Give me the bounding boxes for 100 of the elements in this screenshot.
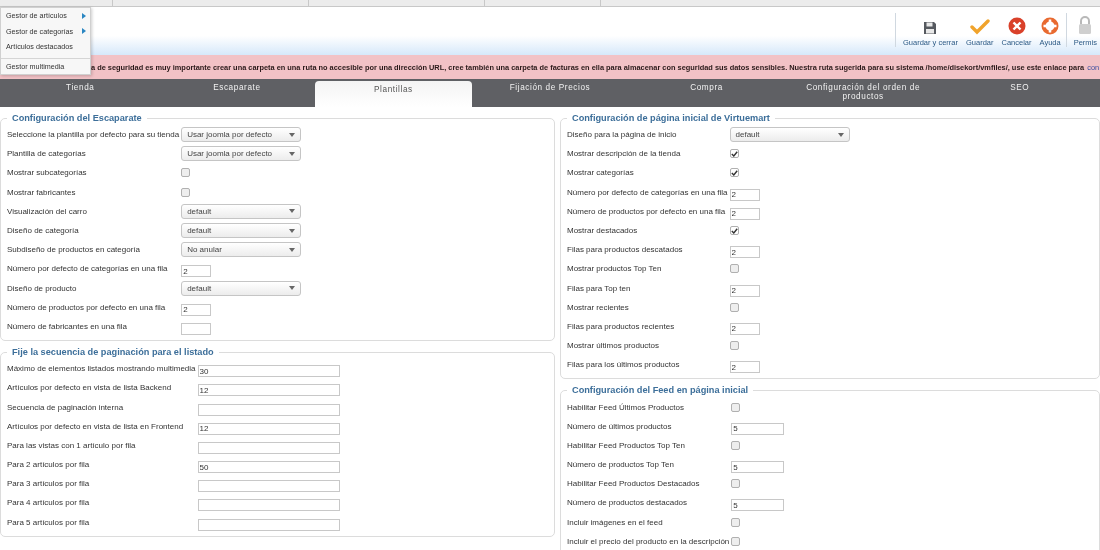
field-label: Filas para productos recientes <box>567 321 676 331</box>
input-field[interactable]: 5 <box>731 461 785 474</box>
tab[interactable]: SEO <box>941 79 1098 107</box>
input-field[interactable]: 50 <box>197 461 340 474</box>
input-field[interactable] <box>197 518 340 531</box>
dropdown[interactable]: No anular <box>181 242 302 258</box>
tab[interactable]: Plantillas <box>315 81 472 107</box>
cancel-icon <box>1007 17 1026 35</box>
checkbox[interactable] <box>731 440 741 450</box>
field-label: Número por defecto de categorías en una fila <box>7 264 169 274</box>
tab[interactable]: Escaparate <box>158 79 316 107</box>
field-label: Plantilla de categorías <box>7 149 87 159</box>
input-field[interactable]: 2 <box>729 361 760 374</box>
field-label: Número por defecto de categorías en una fila <box>567 187 729 197</box>
dropdown[interactable]: default <box>181 280 302 296</box>
field-label: Incluir el precio del producto en la descripción <box>567 536 731 546</box>
checkbox[interactable] <box>731 536 741 546</box>
tab[interactable]: Tienda <box>2 79 159 107</box>
dropdown[interactable]: Usar joomla por defecto <box>181 127 302 143</box>
panel-title: Configuración del Escaparate <box>11 113 143 123</box>
caret-icon <box>837 132 844 137</box>
field-label: Máximo de elementos listados mostrando multimedia <box>7 364 197 374</box>
field-label: Mostrar últimos productos <box>567 341 661 351</box>
caret-icon <box>289 286 296 291</box>
dropdown[interactable]: default <box>181 223 302 239</box>
checkbox[interactable] <box>181 187 191 197</box>
tab[interactable]: Configuración del orden de productos <box>784 79 942 107</box>
field-label: Mostrar destacados <box>567 226 639 236</box>
field-label: Para 5 artículos por fila <box>7 517 91 527</box>
field-label: Diseño de producto <box>7 283 78 293</box>
checkbox[interactable] <box>729 168 739 178</box>
lifebuoy-icon <box>1041 17 1060 35</box>
field-label: Mostrar productos Top Ten <box>567 264 663 274</box>
caret-icon <box>289 209 296 214</box>
input-field[interactable] <box>181 322 212 335</box>
checkbox[interactable] <box>729 149 739 159</box>
field-label: Habilitar Feed Productos Top Ten <box>567 440 686 450</box>
padlock-icon <box>1077 15 1094 35</box>
input-field[interactable]: 2 <box>181 265 212 278</box>
input-field[interactable] <box>197 441 340 454</box>
field-label: Filas para productos descatados <box>567 245 684 255</box>
input-field[interactable] <box>197 403 340 416</box>
input-field[interactable]: 2 <box>729 188 760 201</box>
field-label: Para 4 artículos por fila <box>7 498 91 508</box>
checkbox[interactable] <box>731 517 741 527</box>
field-label: Para 2 artículos por fila <box>7 460 91 470</box>
input-field[interactable]: 2 <box>181 303 212 316</box>
checkbox[interactable] <box>729 226 739 236</box>
field-label: Número de fabricantes en una fila <box>7 321 129 331</box>
field-label: Visualización del carro <box>7 206 88 216</box>
field-label: Diseño de categoría <box>7 226 80 236</box>
checkbox[interactable] <box>731 479 741 489</box>
caret-icon <box>289 228 296 233</box>
field-label: Para 3 artículos por fila <box>7 479 91 489</box>
input-field[interactable]: 5 <box>731 499 785 512</box>
input-field[interactable]: 2 <box>729 284 760 297</box>
dropdown[interactable]: Usar joomla por defecto <box>181 146 302 162</box>
checkbox[interactable] <box>729 341 739 351</box>
checkbox[interactable] <box>731 402 741 412</box>
panel-title: Configuración del Feed en página inicial <box>571 385 750 396</box>
checkbox[interactable] <box>729 302 739 312</box>
field-label: Seleccione la plantilla por defecto para su tienda <box>7 130 181 140</box>
tab[interactable]: Compra <box>628 79 785 107</box>
checkmark-icon <box>969 19 990 35</box>
input-field[interactable] <box>197 499 340 512</box>
input-field[interactable]: 12 <box>197 384 340 397</box>
field-label: Mostrar descripción de la tienda <box>567 149 682 159</box>
caret-icon <box>289 151 296 156</box>
field-label: Filas para los últimos productos <box>567 360 681 370</box>
panel-title: Fije la secuencia de paginación para el listado <box>11 347 215 358</box>
field-label: Habilitar Feed Últimos Productos <box>567 402 685 412</box>
field-label: Incluir imágenes en el feed <box>567 517 664 527</box>
tab[interactable]: Fijación de Precios <box>471 79 629 107</box>
field-label: Número de productos destacados <box>567 498 689 508</box>
input-field[interactable] <box>197 480 340 493</box>
input-field[interactable]: 5 <box>731 422 785 435</box>
field-label: Habilitar Feed Productos Destacados <box>567 479 701 489</box>
field-label: Mostrar subcategorías <box>7 168 88 178</box>
field-label: Artículos por defecto en vista de lista Backend <box>7 383 173 393</box>
field-label: Número de productos por defecto en una fila <box>7 302 167 312</box>
field-label: Mostrar recientes <box>567 302 630 312</box>
caret-icon <box>289 247 296 252</box>
input-field[interactable]: 2 <box>729 246 760 259</box>
panel-title: Configuración de página inicial de Virtuemart <box>571 113 771 123</box>
field-label: Número de productos por defecto en una fila <box>567 206 727 216</box>
dropdown[interactable]: default <box>181 203 302 219</box>
field-label: Secuencia de paginación interna <box>7 402 125 412</box>
checkbox[interactable] <box>181 168 191 178</box>
input-field[interactable]: 2 <box>729 207 760 220</box>
caret-icon <box>289 132 296 137</box>
field-label: Número de productos Top Ten <box>567 460 675 470</box>
field-label: Mostrar fabricantes <box>7 187 77 197</box>
input-field[interactable]: 12 <box>197 422 340 435</box>
dropdown[interactable]: default <box>729 127 850 143</box>
field-label: Para las vistas con 1 artículo por fila <box>7 440 137 450</box>
checkbox[interactable] <box>729 264 739 274</box>
input-field[interactable]: 30 <box>197 365 340 378</box>
field-label: Artículos por defecto en vista de lista en Frontend <box>7 421 185 431</box>
field-label: Subdiseño de productos en categoría <box>7 245 141 255</box>
input-field[interactable]: 2 <box>729 322 760 335</box>
